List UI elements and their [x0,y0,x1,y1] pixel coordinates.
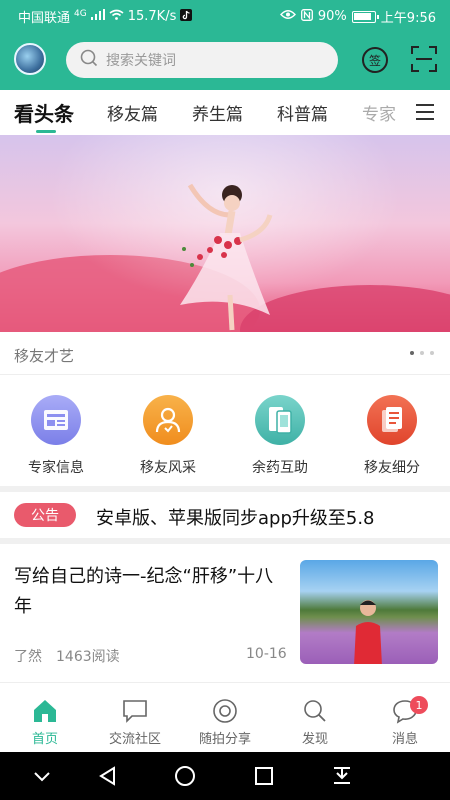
shortcut-label: 余药互助 [252,460,308,476]
scan-button[interactable] [410,45,438,73]
shortcut-expert-info[interactable]: 专家信息 [6,395,106,477]
article-reads: 1463阅读 [56,649,120,665]
tab-experts[interactable]: 专家 [362,100,396,125]
shortcut-label: 移友风采 [140,460,196,476]
chevron-down-icon[interactable] [30,764,54,788]
carousel-dots [410,351,434,355]
network-label: 4G [74,8,87,19]
nav-discover[interactable]: 发现 [270,698,360,747]
tab-science[interactable]: 科普篇 [277,100,328,125]
notification-pull-icon[interactable] [330,764,354,788]
signal-icon [90,9,105,24]
bottom-navigation: 首页 交流社区 随拍分享 发现 1 消息 [0,690,450,752]
nav-label: 发现 [301,732,328,747]
sign-in-label: 签 [368,53,381,68]
article-meta: 了然 1463阅读 [14,646,120,666]
carousel-dot [430,351,434,355]
announcement-bar[interactable]: 公告 安卓版、苹果版同步app升级至5.8 [0,492,450,538]
category-tabs: 看头条 移友篇 养生篇 科普篇 专家 [0,92,450,134]
shortcut-medicine-share[interactable]: 余药互助 [230,395,330,477]
banner-caption: 移友才艺 [14,347,75,365]
search-icon [80,49,98,71]
eye-icon [279,9,296,24]
user-avatar[interactable] [14,43,46,75]
clock: 上午9:56 [380,11,436,26]
nav-label: 消息 [391,732,418,747]
nav-home[interactable]: 首页 [0,698,90,747]
divider [0,682,450,683]
article-card[interactable]: 写给自己的诗一-纪念“肝移”十八年 了然 1463阅读 10-16 [0,544,450,682]
banner-carousel[interactable] [0,135,450,332]
status-bar: 中国联通 4G 15.7K/s 90% 上午9:56 [0,0,450,32]
carousel-dot [410,351,414,355]
shortcut-grid: 专家信息 移友风采 余药互助 移友细分 [0,395,450,485]
nav-label: 首页 [31,732,58,747]
nav-label: 交流社区 [108,732,161,747]
shortcut-patient-categories[interactable]: 移友细分 [342,395,442,477]
camera-icon [212,698,238,724]
sign-in-button[interactable]: 签 [362,47,388,73]
wifi-icon [109,9,124,24]
nfc-icon [300,8,313,25]
back-icon[interactable] [96,764,120,788]
recents-icon[interactable] [252,764,276,788]
article-date: 10-16 [246,646,287,662]
battery-icon [351,10,379,23]
tab-headlines[interactable]: 看头条 [14,98,74,127]
search-icon [302,698,328,724]
article-thumbnail [300,560,438,664]
list-doc-icon [367,395,417,445]
carrier-label: 中国联通 [18,11,71,26]
phone-pair-icon [255,395,305,445]
dancer-illustration [180,183,273,331]
menu-icon[interactable] [416,104,434,120]
shortcut-label: 专家信息 [28,460,84,476]
document-icon [31,395,81,445]
nav-label: 随拍分享 [198,732,251,747]
tab-wellness[interactable]: 养生篇 [192,100,243,125]
system-navigation-bar [0,752,450,800]
scan-icon [411,46,437,72]
unread-badge: 1 [410,696,428,714]
announcement-text: 安卓版、苹果版同步app升级至5.8 [96,508,375,529]
battery-percent: 90% [317,9,347,24]
carousel-dot [420,351,424,355]
article-author: 了然 [14,649,42,665]
speed-label: 15.7K/s [127,9,177,24]
nav-messages[interactable]: 1 消息 [360,696,450,747]
home-icon [32,698,58,724]
divider [0,374,450,375]
search-input[interactable]: 搜索关键词 [66,42,338,78]
user-icon [143,395,193,445]
search-placeholder: 搜索关键词 [106,53,176,69]
tab-patients[interactable]: 移友篇 [107,100,158,125]
announcement-tag: 公告 [14,503,76,527]
nav-photo-share[interactable]: 随拍分享 [180,698,270,747]
shortcut-patient-style[interactable]: 移友风采 [118,395,218,477]
article-title: 写给自己的诗一-纪念“肝移”十八年 [14,566,274,617]
active-tab-indicator [36,130,56,133]
tiktok-icon [180,8,193,25]
nav-community[interactable]: 交流社区 [90,698,180,747]
chat-icon [122,698,148,724]
home-circle-icon[interactable] [173,764,197,788]
shortcut-label: 移友细分 [364,460,420,476]
